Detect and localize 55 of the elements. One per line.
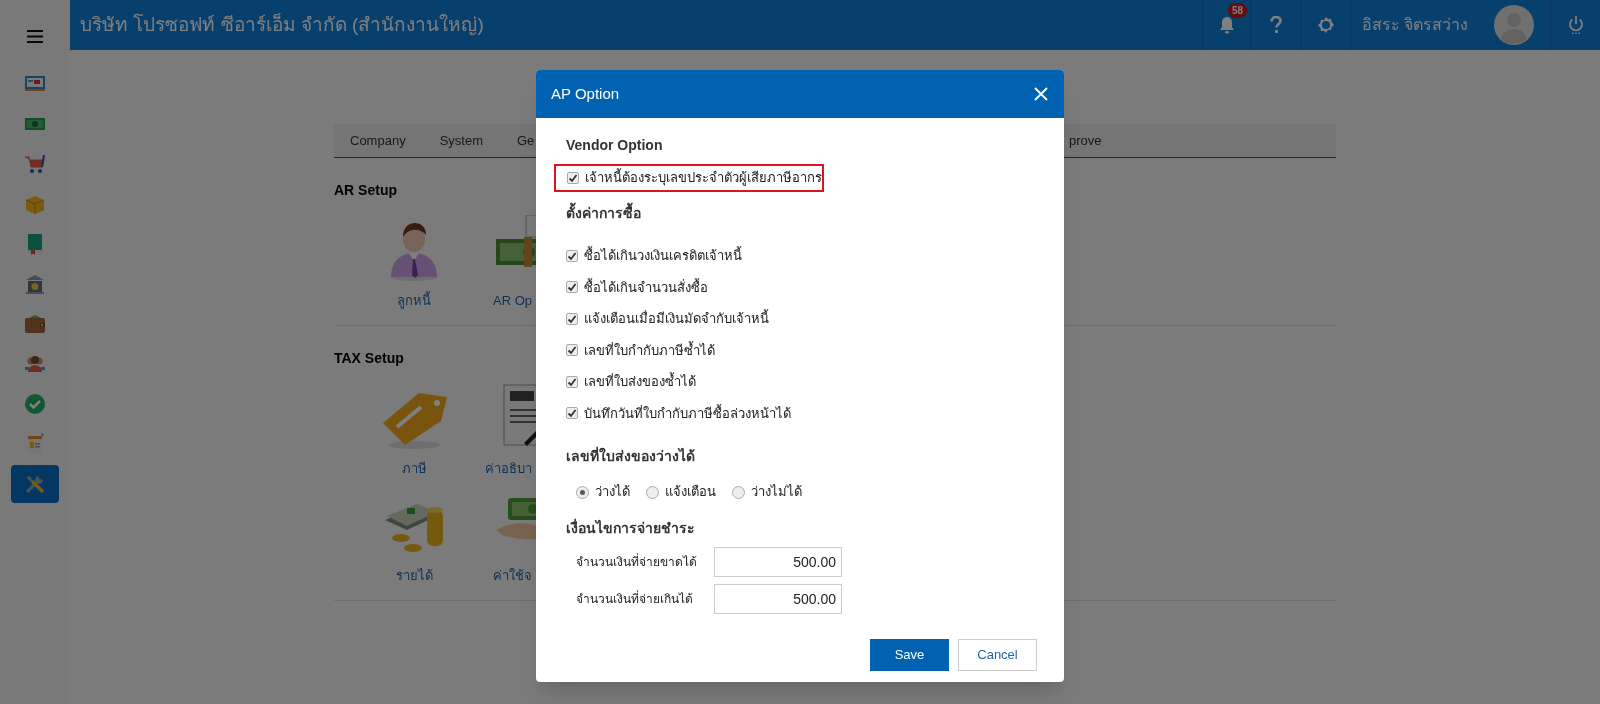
sidebar-item[interactable] bbox=[11, 465, 59, 503]
notification-badge: 58 bbox=[1228, 3, 1248, 18]
settings-icon[interactable] bbox=[1316, 16, 1335, 34]
section-title: AR Setup bbox=[334, 181, 397, 200]
company-name: บริษัท โปรซอฟท์ ซีอาร์เอ็ม จำกัด (สำนักงานใหญ่) bbox=[79, 12, 485, 37]
bell-icon[interactable] bbox=[1218, 16, 1235, 34]
checkbox-label[interactable]: เลขที่ใบส่งของซ้ำได้ bbox=[584, 372, 696, 392]
close-icon[interactable] bbox=[1034, 87, 1048, 101]
checkbox[interactable] bbox=[566, 375, 578, 388]
radio-label[interactable]: ว่างไม่ได้ bbox=[751, 482, 802, 502]
checkbox-label[interactable]: เจ้าหนี้ต้องระบุเลขประจำตัวผู้เสียภาษีอากร bbox=[585, 168, 822, 188]
tab[interactable]: Ge bbox=[517, 130, 535, 151]
tab[interactable]: System bbox=[439, 130, 483, 151]
tab[interactable]: prove bbox=[1069, 130, 1102, 151]
radio-button[interactable] bbox=[732, 485, 745, 499]
cart-icon bbox=[23, 152, 47, 176]
cancel-button[interactable]: Cancel bbox=[958, 639, 1037, 671]
field-label: จำนวนเงินที่จ่ายเกินได้ bbox=[576, 589, 694, 608]
setup-link[interactable]: ลูกหนี้ bbox=[397, 291, 431, 311]
checkbox[interactable] bbox=[566, 281, 578, 294]
checkbox[interactable] bbox=[566, 312, 578, 325]
amount-field[interactable]: 500.00 bbox=[714, 583, 842, 614]
bank-icon bbox=[23, 272, 47, 296]
radio-button[interactable] bbox=[576, 485, 589, 499]
radio-label[interactable]: แจ้งเตือน bbox=[665, 482, 716, 502]
power-icon[interactable] bbox=[1567, 15, 1584, 35]
checkbox-label[interactable]: เลขที่ใบกำกับภาษีซ้ำได้ bbox=[584, 340, 715, 360]
radio-button[interactable] bbox=[646, 485, 659, 499]
setup-link[interactable]: ค่าใช้จ bbox=[493, 566, 532, 586]
field-label: จำนวนเงินที่จ่ายขาดได้ bbox=[576, 552, 698, 571]
amount-field[interactable]: 500.00 bbox=[714, 546, 842, 577]
checkbox-label[interactable]: ซื้อได้เกินวงเงินเครดิตเจ้าหนี้ bbox=[584, 246, 742, 266]
section-title: เงื่อนไขการจ่ายชำระ bbox=[566, 517, 696, 538]
avatar-icon[interactable] bbox=[1494, 5, 1534, 45]
checkbox-label[interactable]: บันทึกวันที่ใบกำกับภาษีซื้อล่วงหน้าได้ bbox=[584, 403, 791, 423]
tab[interactable]: Company bbox=[350, 130, 406, 151]
wallet-icon bbox=[23, 312, 47, 336]
checkbox-label[interactable]: แจ้งเตือนเมื่อมีเงินมัดจำกับเจ้าหนี้ bbox=[584, 309, 769, 329]
check-circle-icon bbox=[23, 392, 47, 416]
section-title: เลขที่ใบส่งของว่างได้ bbox=[566, 445, 696, 466]
section-title: TAX Setup bbox=[334, 348, 404, 368]
checkbox[interactable] bbox=[567, 172, 579, 184]
checkbox[interactable] bbox=[566, 344, 578, 357]
checkbox[interactable] bbox=[566, 407, 578, 420]
section-title: Vendor Option bbox=[566, 135, 664, 155]
checkbox-label[interactable]: ซื้อได้เกินจำนวนสั่งซื้อ bbox=[584, 277, 708, 297]
save-button[interactable]: Save bbox=[870, 639, 949, 671]
dialog-title: AP Option bbox=[551, 83, 620, 104]
setup-link[interactable]: ภาษี bbox=[401, 458, 427, 478]
setup-link[interactable]: ค่าอธิบา bbox=[485, 458, 532, 478]
section-title: ตั้งค่าการซื้อ bbox=[566, 201, 642, 223]
menu-icon[interactable] bbox=[27, 30, 43, 43]
radio-label[interactable]: ว่างได้ bbox=[595, 482, 630, 502]
help-icon[interactable] bbox=[1269, 16, 1282, 34]
checkbox[interactable] bbox=[566, 249, 578, 262]
